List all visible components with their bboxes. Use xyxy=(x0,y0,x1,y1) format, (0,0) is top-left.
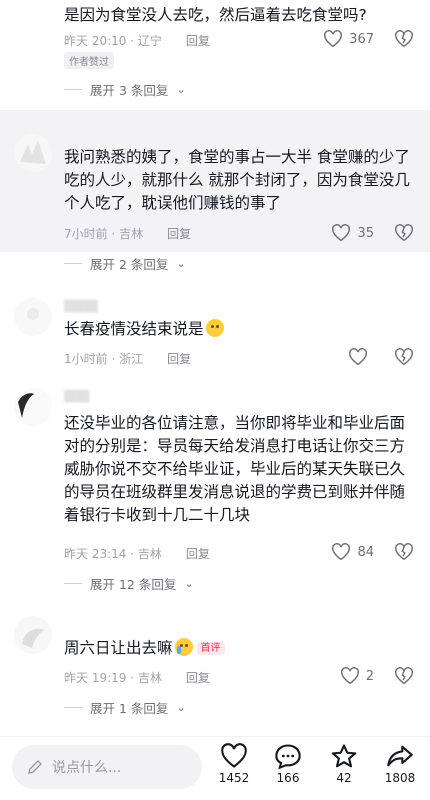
comment-text: 是因为食堂没人去吃，然后逼着去吃食堂吗? xyxy=(64,6,367,24)
comment-2: 我问熟悉的姨了，食堂的事占一大半 食堂赚的少了 吃的人少，就那什么 就那个封闭了… xyxy=(0,110,430,252)
like-button[interactable]: 367 xyxy=(323,30,374,48)
broken-heart-icon[interactable] xyxy=(394,348,414,366)
comment-meta: 昨天 23:14 · 吉林 回复 xyxy=(64,545,210,562)
heart-outline-icon xyxy=(340,667,359,685)
pencil-icon xyxy=(28,760,42,774)
comment-time: 7小时前 · 吉林 xyxy=(64,227,144,241)
comment-action-button[interactable]: 166 xyxy=(264,743,312,785)
comment-meta: 1小时前 · 浙江 回复 xyxy=(64,350,191,367)
comment-text: 还没毕业的各位请注意，当你即将毕业和毕业后面对的分别是：导员每天给发消息打电话让… xyxy=(64,414,406,524)
share-count: 1808 xyxy=(384,771,416,785)
like-count: 2 xyxy=(365,668,374,684)
favorite-count: 42 xyxy=(336,771,352,785)
chevron-down-icon: ⌄ xyxy=(176,257,186,270)
avatar-image xyxy=(14,134,52,172)
like-button[interactable] xyxy=(348,348,374,366)
comment-4: ▒▒▒ 还没毕业的各位请注意，当你即将毕业和毕业后面对的分别是：导员每天给发消息… xyxy=(0,384,430,594)
broken-heart-icon[interactable] xyxy=(394,224,414,242)
chevron-down-icon: ⌄ xyxy=(176,83,186,96)
heart-outline-icon xyxy=(221,743,247,768)
like-action-button[interactable]: 1452 xyxy=(210,743,258,785)
reply-button[interactable]: 回复 xyxy=(186,32,210,49)
comment-input[interactable]: 说点什么... xyxy=(12,745,202,789)
comment-text: 我问熟悉的姨了，食堂的事占一大半 食堂赚的少了 吃的人少，就那什么 就那个封闭了… xyxy=(64,148,410,212)
username[interactable]: ▒▒▒ xyxy=(64,390,89,403)
first-comment-tag: 首评 xyxy=(196,642,225,655)
avatar[interactable] xyxy=(14,134,52,172)
comment-time: 昨天 19:19 · 吉林 xyxy=(64,671,162,685)
avatar-image xyxy=(14,388,52,426)
comment-5: 周六日让出去嘛 首评 昨天 19:19 · 吉林 回复 2 展开 1 条回复 ⌄ xyxy=(0,612,430,732)
bottom-action-bar: 说点什么... 1452 166 42 1808 xyxy=(0,736,430,800)
like-button[interactable]: 84 xyxy=(331,543,374,561)
expand-replies-button[interactable]: 展开 12 条回复 ⌄ xyxy=(64,574,194,593)
comment-text-content: 长春疫情没结束说是 xyxy=(64,320,204,338)
like-button[interactable]: 2 xyxy=(340,667,374,685)
share-arrow-icon xyxy=(387,745,413,767)
star-icon xyxy=(331,744,357,768)
divider xyxy=(64,89,82,90)
heart-outline-icon xyxy=(332,224,351,242)
expand-label: 展开 3 条回复 xyxy=(90,83,169,98)
comment-text-content: 周六日让出去嘛 xyxy=(64,639,173,657)
comment-count: 166 xyxy=(276,771,300,785)
author-liked-tag: 作者赞过 xyxy=(64,52,114,69)
comment-bubble-icon xyxy=(275,744,301,769)
avatar[interactable] xyxy=(14,388,52,426)
reply-button[interactable]: 回复 xyxy=(167,350,191,367)
comment-time: 昨天 20:10 · 辽宁 xyxy=(64,34,162,48)
chevron-down-icon: ⌄ xyxy=(184,577,194,590)
expand-label: 展开 12 条回复 xyxy=(90,577,177,592)
like-count: 367 xyxy=(349,31,374,47)
avatar[interactable] xyxy=(14,616,52,654)
crying-emoji-icon xyxy=(174,638,193,656)
reply-button[interactable]: 回复 xyxy=(186,545,210,562)
divider xyxy=(64,263,82,264)
like-count: 35 xyxy=(357,225,374,241)
heart-outline-icon xyxy=(349,348,367,366)
expand-replies-button[interactable]: 展开 3 条回复 ⌄ xyxy=(64,80,186,99)
broken-heart-icon[interactable] xyxy=(394,543,414,561)
username[interactable]: ​▒▒▒▒ xyxy=(64,300,98,313)
comment-time: 昨天 23:14 · 吉林 xyxy=(64,547,162,561)
like-count: 84 xyxy=(357,544,374,560)
comment-1: 是因为食堂没人去吃，然后逼着去吃食堂吗? 昨天 20:10 · 辽宁 回复 36… xyxy=(0,0,430,100)
reply-button[interactable]: 回复 xyxy=(167,225,191,242)
comment-meta: 7小时前 · 吉林 回复 xyxy=(64,225,191,242)
heart-outline-icon xyxy=(332,543,351,561)
favorite-action-button[interactable]: 42 xyxy=(320,743,368,785)
broken-heart-icon[interactable] xyxy=(394,30,414,48)
heart-outline-icon xyxy=(324,30,343,48)
comment-input-placeholder: 说点什么... xyxy=(52,760,122,776)
comment-text: 长春疫情没结束说是 xyxy=(64,318,420,341)
expand-label: 展开 1 条回复 xyxy=(90,701,169,716)
chevron-down-icon: ⌄ xyxy=(176,701,186,714)
expand-replies-button[interactable]: 展开 1 条回复 ⌄ xyxy=(64,698,186,717)
divider xyxy=(64,707,82,708)
broken-heart-icon[interactable] xyxy=(394,667,414,685)
avatar[interactable] xyxy=(14,298,52,336)
comment-3: ​▒▒▒▒ 长春疫情没结束说是 1小时前 · 浙江 回复 xyxy=(0,290,430,380)
comment-time: 1小时前 · 浙江 xyxy=(64,352,144,366)
divider xyxy=(64,583,82,584)
comment-meta: 昨天 19:19 · 吉林 回复 xyxy=(64,669,210,686)
reply-button[interactable]: 回复 xyxy=(186,669,210,686)
share-action-button[interactable]: 1808 xyxy=(376,743,424,785)
avatar-image xyxy=(14,616,52,654)
expand-label: 展开 2 条回复 xyxy=(90,257,169,272)
comment-text: 周六日让出去嘛 首评 xyxy=(64,637,420,660)
like-count: 1452 xyxy=(218,771,250,785)
comment-meta: 昨天 20:10 · 辽宁 回复 xyxy=(64,32,210,49)
laughing-emoji-icon xyxy=(205,319,224,337)
like-button[interactable]: 35 xyxy=(331,224,374,242)
avatar-image xyxy=(14,298,52,336)
expand-replies-button[interactable]: 展开 2 条回复 ⌄ xyxy=(64,254,186,273)
